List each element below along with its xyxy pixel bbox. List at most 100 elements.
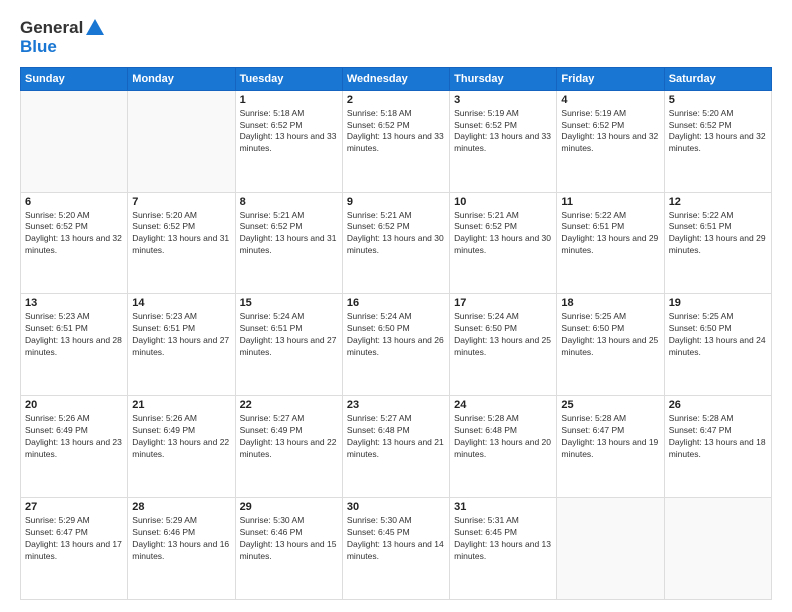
empty-cell [21, 90, 128, 192]
page: General Blue SundayMondayTuesdayWednesda… [0, 0, 792, 612]
day-info: Sunrise: 5:30 AMSunset: 6:46 PMDaylight:… [240, 515, 338, 563]
day-number: 25 [561, 399, 659, 411]
logo-container: General Blue [20, 18, 105, 57]
weekday-header-row: SundayMondayTuesdayWednesdayThursdayFrid… [21, 67, 772, 90]
day-number: 3 [454, 94, 552, 106]
day-number: 7 [132, 196, 230, 208]
weekday-header-friday: Friday [557, 67, 664, 90]
day-number: 8 [240, 196, 338, 208]
day-cell-10: 10 Sunrise: 5:21 AMSunset: 6:52 PMDayligh… [450, 192, 557, 294]
calendar-table: SundayMondayTuesdayWednesdayThursdayFrid… [20, 67, 772, 600]
logo-triangle-icon [85, 18, 105, 38]
day-cell-26: 26Sunrise: 5:28 AMSunset: 6:47 PMDayligh… [664, 396, 771, 498]
day-number: 5 [669, 94, 767, 106]
day-cell-30: 30 Sunrise: 5:30 AMSunset: 6:45 PMDayligh… [342, 498, 449, 600]
day-info: Sunrise: 5:23 AMSunset: 6:51 PMDaylight:… [25, 311, 123, 359]
weekday-header-wednesday: Wednesday [342, 67, 449, 90]
day-info: Sunrise: 5:22 AMSunset: 6:51 PMDaylight:… [669, 210, 767, 258]
day-number: 17 [454, 297, 552, 309]
day-number: 23 [347, 399, 445, 411]
day-info: Sunrise: 5:27 AMSunset: 6:49 PMDaylight:… [240, 413, 338, 461]
empty-cell [557, 498, 664, 600]
day-cell-6: 6Sunrise: 5:20 AMSunset: 6:52 PMDaylight… [21, 192, 128, 294]
day-cell-9: 9Sunrise: 5:21 AMSunset: 6:52 PMDaylight… [342, 192, 449, 294]
day-info: Sunrise: 5:25 AMSunset: 6:50 PMDaylight:… [669, 311, 767, 359]
day-info: Sunrise: 5:29 AMSunset: 6:47 PMDaylight:… [25, 515, 123, 563]
day-number: 31 [454, 501, 552, 513]
day-cell-27: 27 Sunrise: 5:29 AMSunset: 6:47 PMDayligh… [21, 498, 128, 600]
day-cell-4: 4 Sunrise: 5:19 AMSunset: 6:52 PMDaylight… [557, 90, 664, 192]
day-number: 11 [561, 196, 659, 208]
day-cell-13: 13 Sunrise: 5:23 AMSunset: 6:51 PMDayligh… [21, 294, 128, 396]
logo: General Blue [20, 18, 105, 57]
day-number: 28 [132, 501, 230, 513]
day-info: Sunrise: 5:24 AMSunset: 6:50 PMDaylight:… [347, 311, 445, 359]
day-info: Sunrise: 5:19 AMSunset: 6:52 PMDaylight:… [454, 108, 552, 156]
day-number: 13 [25, 297, 123, 309]
day-number: 14 [132, 297, 230, 309]
day-info: Sunrise: 5:28 AMSunset: 6:47 PMDaylight:… [669, 413, 767, 461]
day-number: 1 [240, 94, 338, 106]
day-number: 27 [25, 501, 123, 513]
day-cell-5: 5 Sunrise: 5:20 AMSunset: 6:52 PMDaylight… [664, 90, 771, 192]
day-cell-21: 21Sunrise: 5:26 AMSunset: 6:49 PMDayligh… [128, 396, 235, 498]
day-cell-12: 12Sunrise: 5:22 AMSunset: 6:51 PMDayligh… [664, 192, 771, 294]
weekday-header-sunday: Sunday [21, 67, 128, 90]
day-cell-1: 1 Sunrise: 5:18 AMSunset: 6:52 PMDaylight… [235, 90, 342, 192]
empty-cell [128, 90, 235, 192]
day-cell-31: 31 Sunrise: 5:31 AMSunset: 6:45 PMDayligh… [450, 498, 557, 600]
weekday-header-thursday: Thursday [450, 67, 557, 90]
day-info: Sunrise: 5:20 AMSunset: 6:52 PMDaylight:… [132, 210, 230, 258]
day-cell-7: 7 Sunrise: 5:20 AMSunset: 6:52 PMDaylight… [128, 192, 235, 294]
day-cell-2: 2 Sunrise: 5:18 AMSunset: 6:52 PMDaylight… [342, 90, 449, 192]
week-row-5: 27 Sunrise: 5:29 AMSunset: 6:47 PMDayligh… [21, 498, 772, 600]
weekday-header-tuesday: Tuesday [235, 67, 342, 90]
day-info: Sunrise: 5:31 AMSunset: 6:45 PMDaylight:… [454, 515, 552, 563]
day-number: 24 [454, 399, 552, 411]
day-cell-17: 17 Sunrise: 5:24 AMSunset: 6:50 PMDayligh… [450, 294, 557, 396]
weekday-header-saturday: Saturday [664, 67, 771, 90]
day-number: 21 [132, 399, 230, 411]
day-cell-16: 16 Sunrise: 5:24 AMSunset: 6:50 PMDayligh… [342, 294, 449, 396]
day-info: Sunrise: 5:29 AMSunset: 6:46 PMDaylight:… [132, 515, 230, 563]
day-info: Sunrise: 5:20 AMSunset: 6:52 PMDaylight:… [25, 210, 123, 258]
day-number: 2 [347, 94, 445, 106]
day-info: Sunrise: 5:28 AMSunset: 6:47 PMDaylight:… [561, 413, 659, 461]
day-info: Sunrise: 5:27 AMSunset: 6:48 PMDaylight:… [347, 413, 445, 461]
day-number: 18 [561, 297, 659, 309]
day-cell-19: 19 Sunrise: 5:25 AMSunset: 6:50 PMDayligh… [664, 294, 771, 396]
day-number: 16 [347, 297, 445, 309]
day-number: 30 [347, 501, 445, 513]
day-number: 10 [454, 196, 552, 208]
day-info: Sunrise: 5:18 AMSunset: 6:52 PMDaylight:… [240, 108, 338, 156]
day-cell-3: 3 Sunrise: 5:19 AMSunset: 6:52 PMDaylight… [450, 90, 557, 192]
day-info: Sunrise: 5:24 AMSunset: 6:51 PMDaylight:… [240, 311, 338, 359]
day-info: Sunrise: 5:20 AMSunset: 6:52 PMDaylight:… [669, 108, 767, 156]
week-row-1: 1 Sunrise: 5:18 AMSunset: 6:52 PMDaylight… [21, 90, 772, 192]
day-info: Sunrise: 5:19 AMSunset: 6:52 PMDaylight:… [561, 108, 659, 156]
logo-general: General [20, 19, 83, 38]
day-cell-14: 14 Sunrise: 5:23 AMSunset: 6:51 PMDayligh… [128, 294, 235, 396]
day-info: Sunrise: 5:30 AMSunset: 6:45 PMDaylight:… [347, 515, 445, 563]
day-cell-8: 8Sunrise: 5:21 AMSunset: 6:52 PMDaylight… [235, 192, 342, 294]
day-info: Sunrise: 5:28 AMSunset: 6:48 PMDaylight:… [454, 413, 552, 461]
day-info: Sunrise: 5:25 AMSunset: 6:50 PMDaylight:… [561, 311, 659, 359]
day-cell-23: 23 Sunrise: 5:27 AMSunset: 6:48 PMDayligh… [342, 396, 449, 498]
day-number: 4 [561, 94, 659, 106]
day-info: Sunrise: 5:24 AMSunset: 6:50 PMDaylight:… [454, 311, 552, 359]
day-info: Sunrise: 5:26 AMSunset: 6:49 PMDaylight:… [25, 413, 123, 461]
day-info: Sunrise: 5:21 AMSunset: 6:52 PMDaylight:… [454, 210, 552, 258]
day-number: 19 [669, 297, 767, 309]
day-cell-28: 28 Sunrise: 5:29 AMSunset: 6:46 PMDayligh… [128, 498, 235, 600]
weekday-header-monday: Monday [128, 67, 235, 90]
day-info: Sunrise: 5:21 AMSunset: 6:52 PMDaylight:… [347, 210, 445, 258]
day-cell-20: 20Sunrise: 5:26 AMSunset: 6:49 PMDayligh… [21, 396, 128, 498]
day-info: Sunrise: 5:18 AMSunset: 6:52 PMDaylight:… [347, 108, 445, 156]
day-cell-24: 24 Sunrise: 5:28 AMSunset: 6:48 PMDayligh… [450, 396, 557, 498]
day-info: Sunrise: 5:23 AMSunset: 6:51 PMDaylight:… [132, 311, 230, 359]
week-row-3: 13 Sunrise: 5:23 AMSunset: 6:51 PMDayligh… [21, 294, 772, 396]
day-cell-18: 18 Sunrise: 5:25 AMSunset: 6:50 PMDayligh… [557, 294, 664, 396]
logo-blue: Blue [20, 38, 57, 57]
day-number: 15 [240, 297, 338, 309]
day-cell-11: 11Sunrise: 5:22 AMSunset: 6:51 PMDayligh… [557, 192, 664, 294]
